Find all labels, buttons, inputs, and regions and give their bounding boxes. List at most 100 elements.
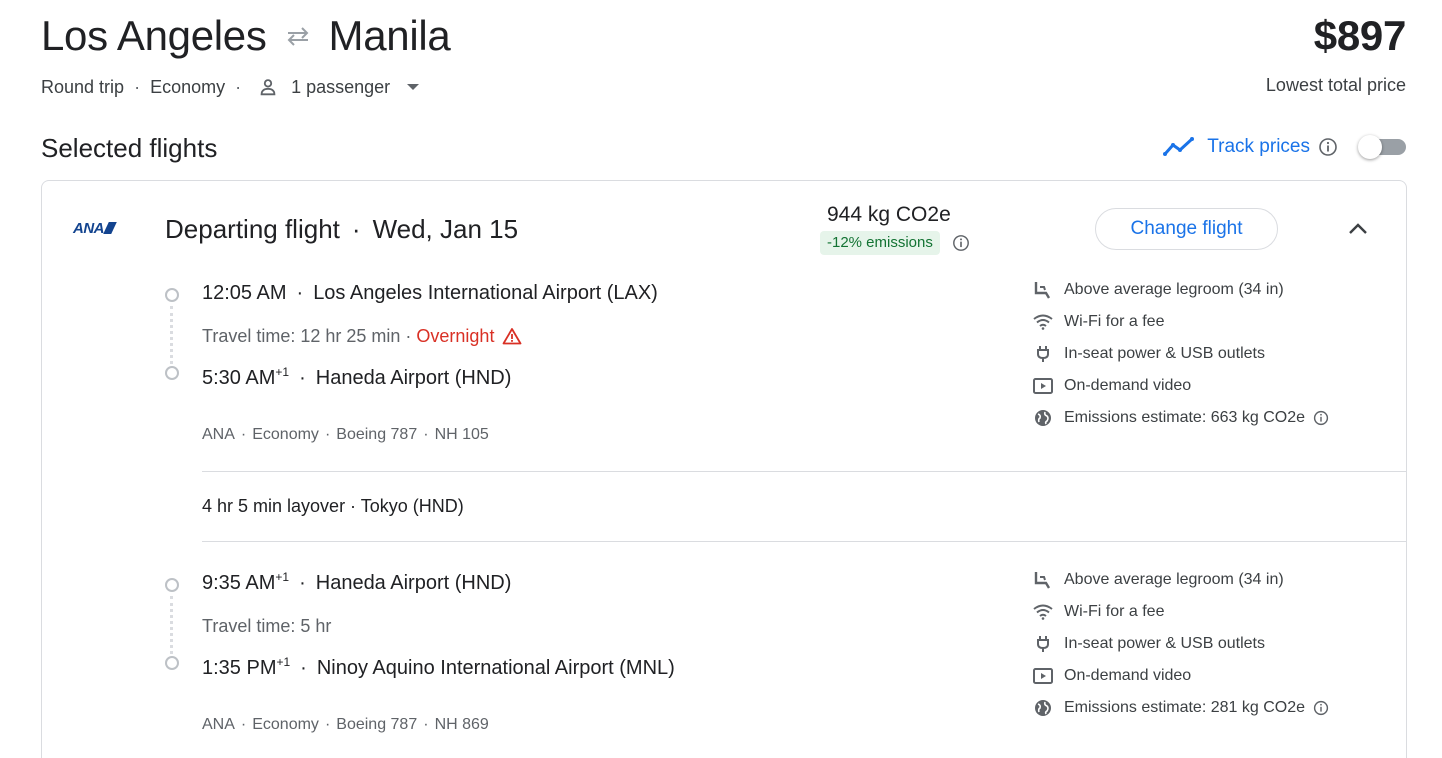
amenity-text: Above average legroom (34 in)	[1064, 571, 1284, 588]
cabin: Economy	[252, 716, 319, 733]
amenity-text: Above average legroom (34 in)	[1064, 281, 1284, 298]
divider	[202, 541, 1406, 542]
caret-down-icon	[406, 82, 420, 92]
segment-1-details: ANA · Economy · Boeing 787 · NH 105	[202, 426, 489, 443]
cabin: Economy	[252, 426, 319, 443]
globe-icon	[1032, 408, 1054, 428]
arrival-airport: Ninoy Aquino International Airport (MNL)	[316, 657, 675, 679]
aircraft: Boeing 787	[336, 426, 418, 443]
airline-logo-mark	[103, 222, 117, 234]
separator: ·	[351, 214, 361, 244]
trip-summary: Round trip · Economy · 1 passenger	[41, 74, 420, 100]
emissions-badge: -12% emissions	[820, 231, 940, 255]
route-title: Los Angeles Manila	[41, 12, 451, 60]
separator: ·	[134, 76, 141, 97]
seat-icon	[1032, 280, 1054, 300]
warning-icon	[502, 327, 522, 345]
track-prices-label[interactable]: Track prices	[1207, 136, 1310, 158]
departure-airport: Haneda Airport (HND)	[315, 572, 512, 594]
departure-time: 9:35 AM	[202, 572, 276, 594]
timeline-arrival-dot	[165, 656, 179, 670]
power-plug-icon	[1032, 344, 1054, 364]
aircraft: Boeing 787	[336, 716, 418, 733]
separator: ·	[405, 326, 412, 346]
amenity-text: On-demand video	[1064, 377, 1192, 394]
travel-time: Travel time: 12 hr 25 min	[202, 326, 401, 346]
amenity-video: On-demand video	[1032, 376, 1191, 396]
emissions-total: 944 kg CO2e	[827, 203, 951, 226]
globe-icon	[1032, 698, 1054, 718]
travel-time: Travel time: 5 hr	[202, 616, 332, 636]
amenity-legroom: Above average legroom (34 in)	[1032, 570, 1284, 590]
layover-info: 4 hr 5 min layover · Tokyo (HND)	[202, 496, 464, 516]
power-plug-icon	[1032, 634, 1054, 654]
segment-1-travel-time: Travel time: 12 hr 25 min · Overnight	[202, 324, 522, 348]
amenity-legroom: Above average legroom (34 in)	[1032, 280, 1284, 300]
divider	[202, 471, 1406, 472]
origin-city: Los Angeles	[41, 12, 267, 59]
cabin-class: Economy	[150, 76, 226, 97]
destination-city: Manila	[328, 12, 451, 59]
info-icon[interactable]	[952, 234, 970, 252]
day-offset: +1	[275, 570, 290, 584]
timeline-line	[170, 306, 173, 364]
segment-2-arrival: 1:35 PM +1 · Ninoy Aquino International A…	[202, 655, 675, 681]
departing-flight-title: Departing flight · Wed, Jan 15	[165, 212, 518, 246]
segment-1-departure: 12:05 AM · Los Angeles International Air…	[202, 280, 658, 306]
segment-2-travel-time: Travel time: 5 hr	[202, 614, 331, 638]
track-prices-toggle[interactable]	[1358, 135, 1406, 159]
person-icon	[257, 76, 279, 98]
toggle-knob	[1358, 135, 1382, 159]
amenity-power: In-seat power & USB outlets	[1032, 344, 1265, 364]
section-title: Selected flights	[41, 133, 218, 163]
amenity-text: Wi-Fi for a fee	[1064, 603, 1165, 620]
day-offset: +1	[276, 655, 291, 669]
timeline-arrival-dot	[165, 366, 179, 380]
departure-airport: Los Angeles International Airport (LAX)	[313, 282, 658, 304]
price-label: Lowest total price	[1265, 75, 1406, 95]
info-icon[interactable]	[1318, 137, 1338, 157]
amenity-text: In-seat power & USB outlets	[1064, 345, 1265, 362]
amenity-text: Wi-Fi for a fee	[1064, 313, 1165, 330]
segment-1-arrival: 5:30 AM +1 · Haneda Airport (HND)	[202, 365, 511, 391]
departing-date: Wed, Jan 15	[372, 214, 519, 244]
amenity-text: On-demand video	[1064, 667, 1192, 684]
passenger-selector[interactable]: 1 passenger	[251, 76, 420, 98]
timeline-line	[170, 596, 173, 654]
change-flight-button[interactable]: Change flight	[1095, 208, 1278, 250]
info-icon[interactable]	[1313, 410, 1329, 426]
chevron-up-icon[interactable]	[1346, 218, 1370, 240]
trend-line-icon	[1163, 136, 1195, 158]
overnight-label: Overnight	[416, 326, 495, 346]
separator: ·	[296, 282, 304, 304]
segment-2-departure: 9:35 AM +1 · Haneda Airport (HND)	[202, 570, 511, 596]
day-offset: +1	[275, 365, 290, 379]
trip-type: Round trip	[41, 76, 125, 97]
amenity-text: Emissions estimate: 281 kg CO2e	[1064, 699, 1305, 716]
separator: ·	[300, 657, 307, 679]
separator: ·	[235, 76, 242, 97]
airline-name: ANA	[202, 716, 235, 733]
timeline-departure-dot	[165, 288, 179, 302]
wifi-icon	[1032, 602, 1054, 622]
flight-number: NH 869	[434, 716, 489, 733]
flight-number: NH 105	[434, 426, 489, 443]
amenity-power: In-seat power & USB outlets	[1032, 634, 1265, 654]
amenity-text: In-seat power & USB outlets	[1064, 635, 1265, 652]
amenity-emissions: Emissions estimate: 663 kg CO2e	[1032, 408, 1329, 428]
info-icon[interactable]	[1313, 700, 1329, 716]
timeline-departure-dot	[165, 578, 179, 592]
seat-icon	[1032, 570, 1054, 590]
emissions-summary: 944 kg CO2e -12% emissions	[820, 201, 980, 255]
segment-2-details: ANA · Economy · Boeing 787 · NH 869	[202, 716, 489, 733]
airline-logo: ANA	[73, 218, 125, 238]
wifi-icon	[1032, 312, 1054, 332]
airline-name: ANA	[202, 426, 235, 443]
amenity-wifi: Wi-Fi for a fee	[1032, 312, 1164, 332]
swap-arrows-icon	[285, 26, 311, 46]
video-screen-icon	[1032, 666, 1054, 686]
track-prices: Track prices	[1163, 132, 1406, 162]
departing-label: Departing flight	[165, 214, 340, 244]
arrival-time: 5:30 AM	[202, 367, 276, 389]
video-screen-icon	[1032, 376, 1054, 396]
